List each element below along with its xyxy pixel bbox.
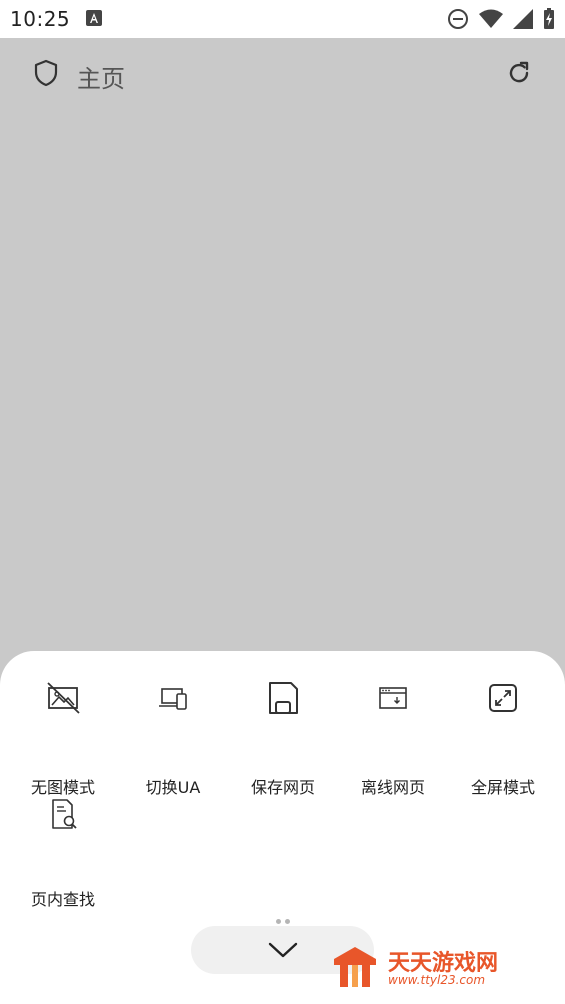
find-in-page-icon bbox=[52, 799, 77, 829]
fullscreen-icon bbox=[489, 684, 517, 712]
watermark: 天天游戏网 www.ttyl23.com bbox=[330, 945, 565, 995]
offline-page-icon bbox=[379, 687, 407, 709]
watermark-url: www.ttyl23.com bbox=[388, 973, 486, 987]
watermark-logo-icon bbox=[334, 947, 376, 987]
refresh-icon[interactable] bbox=[505, 59, 533, 87]
status-bar: 10:25 bbox=[0, 0, 565, 38]
battery-charging-icon bbox=[544, 8, 554, 29]
menu-item-label: 无图模式 bbox=[30, 778, 95, 797]
menu-item-label: 页内查找 bbox=[30, 890, 95, 909]
a-icon bbox=[86, 10, 102, 26]
menu-item-find-in-page[interactable]: 页内查找 bbox=[8, 796, 118, 909]
switch-ua-icon bbox=[159, 688, 187, 710]
menu-item-save-page[interactable]: 保存网页 bbox=[228, 680, 338, 797]
menu-item-no-image[interactable]: 无图模式 bbox=[8, 680, 118, 797]
menu-item-label: 全屏模式 bbox=[470, 778, 535, 797]
menu-item-offline-page[interactable]: 离线网页 bbox=[338, 680, 448, 797]
menu-item-label: 离线网页 bbox=[360, 778, 425, 797]
address-bar[interactable]: 主页 bbox=[0, 38, 565, 108]
signal-icon bbox=[513, 9, 533, 29]
save-page-icon bbox=[269, 682, 298, 714]
page-indicator bbox=[276, 919, 290, 924]
menu-item-fullscreen[interactable]: 全屏模式 bbox=[448, 680, 558, 797]
do-not-disturb-icon bbox=[448, 9, 468, 29]
page-dot-1 bbox=[276, 919, 281, 924]
chevron-down-icon bbox=[268, 942, 298, 958]
menu-item-switch-ua[interactable]: 切换UA bbox=[118, 680, 228, 797]
page-title[interactable]: 主页 bbox=[77, 59, 125, 94]
wifi-icon bbox=[479, 9, 503, 28]
menu-item-label: 切换UA bbox=[145, 778, 201, 797]
status-time: 10:25 bbox=[10, 7, 71, 31]
no-image-icon bbox=[47, 682, 80, 714]
page-dot-2 bbox=[285, 919, 290, 924]
menu-item-label: 保存网页 bbox=[250, 778, 315, 797]
shield-icon[interactable] bbox=[33, 59, 59, 87]
